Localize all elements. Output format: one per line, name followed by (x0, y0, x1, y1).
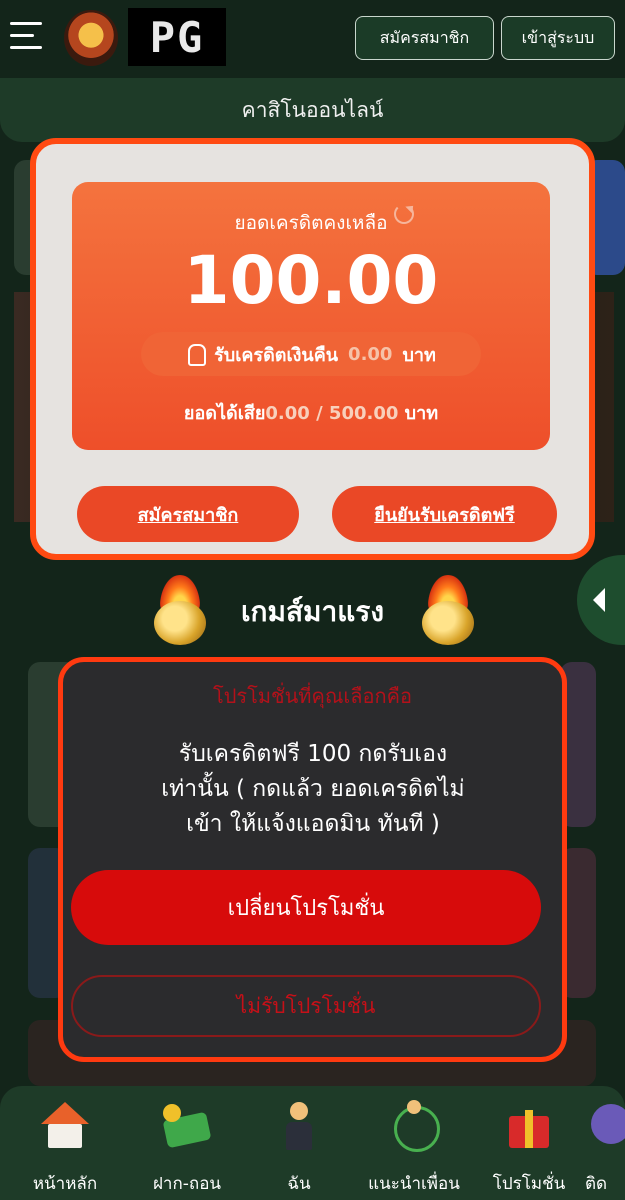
money-icon (161, 1100, 213, 1152)
lock-icon (186, 344, 207, 366)
nav-refer-friend[interactable]: แนะนำเพื่อน (359, 1100, 469, 1197)
cashback-label: รับเครดิตเงินคืน (214, 344, 339, 366)
hot-games-title: เกมส์มาแรง (240, 595, 384, 628)
cashback-pill[interactable]: รับเครดิตเงินคืน 0.00 บาท (141, 332, 481, 376)
nav-label: หน้าหลัก (32, 1174, 98, 1194)
confirm-free-credit-button[interactable]: ยืนยันรับเครดิตฟรี (332, 486, 557, 542)
top-bar: PG สมัครสมาชิก เข้าสู่ระบบ (0, 0, 625, 78)
promotion-line-3: เข้า ให้แจ้งแอดมิน ทันที ) (186, 811, 440, 837)
credit-balance-card: ยอดเครดิตคงเหลือ 100.00 รับเครดิตเงินคืน… (72, 182, 550, 450)
header-register-button[interactable]: สมัครสมาชิก (355, 16, 494, 60)
nav-home[interactable]: หน้าหลัก (10, 1100, 120, 1197)
promotion-line-1: รับเครดิตฟรี 100 กดรับเอง (178, 741, 448, 767)
fire-coin-icon (418, 575, 478, 647)
gift-icon (503, 1100, 555, 1152)
nav-label: ฝาก-ถอน (152, 1174, 222, 1194)
nav-label: ติด (585, 1174, 608, 1194)
promotion-description: รับเครดิตฟรี 100 กดรับเอง เท่านั้น ( กดแ… (93, 737, 533, 842)
turnover-value: 0.00 / 500.00 (265, 403, 399, 424)
turnover-line: ยอดได้เสีย0.00 / 500.00 บาท (72, 398, 550, 427)
casino-category-bar[interactable]: คาสิโนออนไลน์ (0, 78, 625, 142)
casino-category-label: คาสิโนออนไลน์ (241, 97, 384, 122)
pg-logo: PG (128, 8, 226, 66)
home-icon (39, 1100, 91, 1152)
turnover-label: ยอดได้เสีย (183, 403, 266, 424)
credit-balance-label: ยอดเครดิตคงเหลือ (234, 212, 388, 234)
promotion-line-2: เท่านั้น ( กดแล้ว ยอดเครดิตไม่ (161, 776, 465, 802)
turnover-unit: บาท (404, 403, 439, 424)
menu-icon[interactable] (10, 22, 42, 54)
decline-promotion-button[interactable]: ไม่รับโปรโมชั่น (71, 975, 541, 1037)
nav-deposit-withdraw[interactable]: ฝาก-ถอน (132, 1100, 242, 1197)
change-promotion-button[interactable]: เปลี่ยนโปรโมชั่น (71, 870, 541, 945)
nav-promotions[interactable]: โปรโมชั่น (474, 1100, 584, 1197)
cashback-unit: บาท (402, 344, 436, 366)
promotion-heading: โปรโมชั่นที่คุณเลือกคือ (212, 684, 413, 708)
nav-label: ฉัน (287, 1174, 311, 1194)
register-button[interactable]: สมัครสมาชิก (77, 486, 299, 542)
header-login-button[interactable]: เข้าสู่ระบบ (501, 16, 615, 60)
bottom-nav: หน้าหลัก ฝาก-ถอน ฉัน แนะนำเพื่อน โปรโมชั… (0, 1086, 625, 1200)
nav-label: โปรโมชั่น (492, 1174, 566, 1194)
contact-icon (585, 1100, 625, 1152)
refresh-icon[interactable] (394, 204, 414, 224)
promotion-modal: โปรโมชั่นที่คุณเลือกคือ รับเครดิตฟรี 100… (58, 657, 567, 1062)
nav-contact[interactable]: ติด (585, 1100, 625, 1197)
nav-label: แนะนำเพื่อน (368, 1174, 460, 1194)
credit-balance-amount: 100.00 (183, 242, 439, 319)
friends-icon (388, 1100, 440, 1152)
nav-profile[interactable]: ฉัน (244, 1100, 354, 1197)
cashback-value: 0.00 (348, 343, 393, 365)
person-icon (273, 1100, 325, 1152)
brand-emblem-logo (64, 10, 118, 66)
credit-modal: ยอดเครดิตคงเหลือ 100.00 รับเครดิตเงินคืน… (30, 138, 595, 560)
